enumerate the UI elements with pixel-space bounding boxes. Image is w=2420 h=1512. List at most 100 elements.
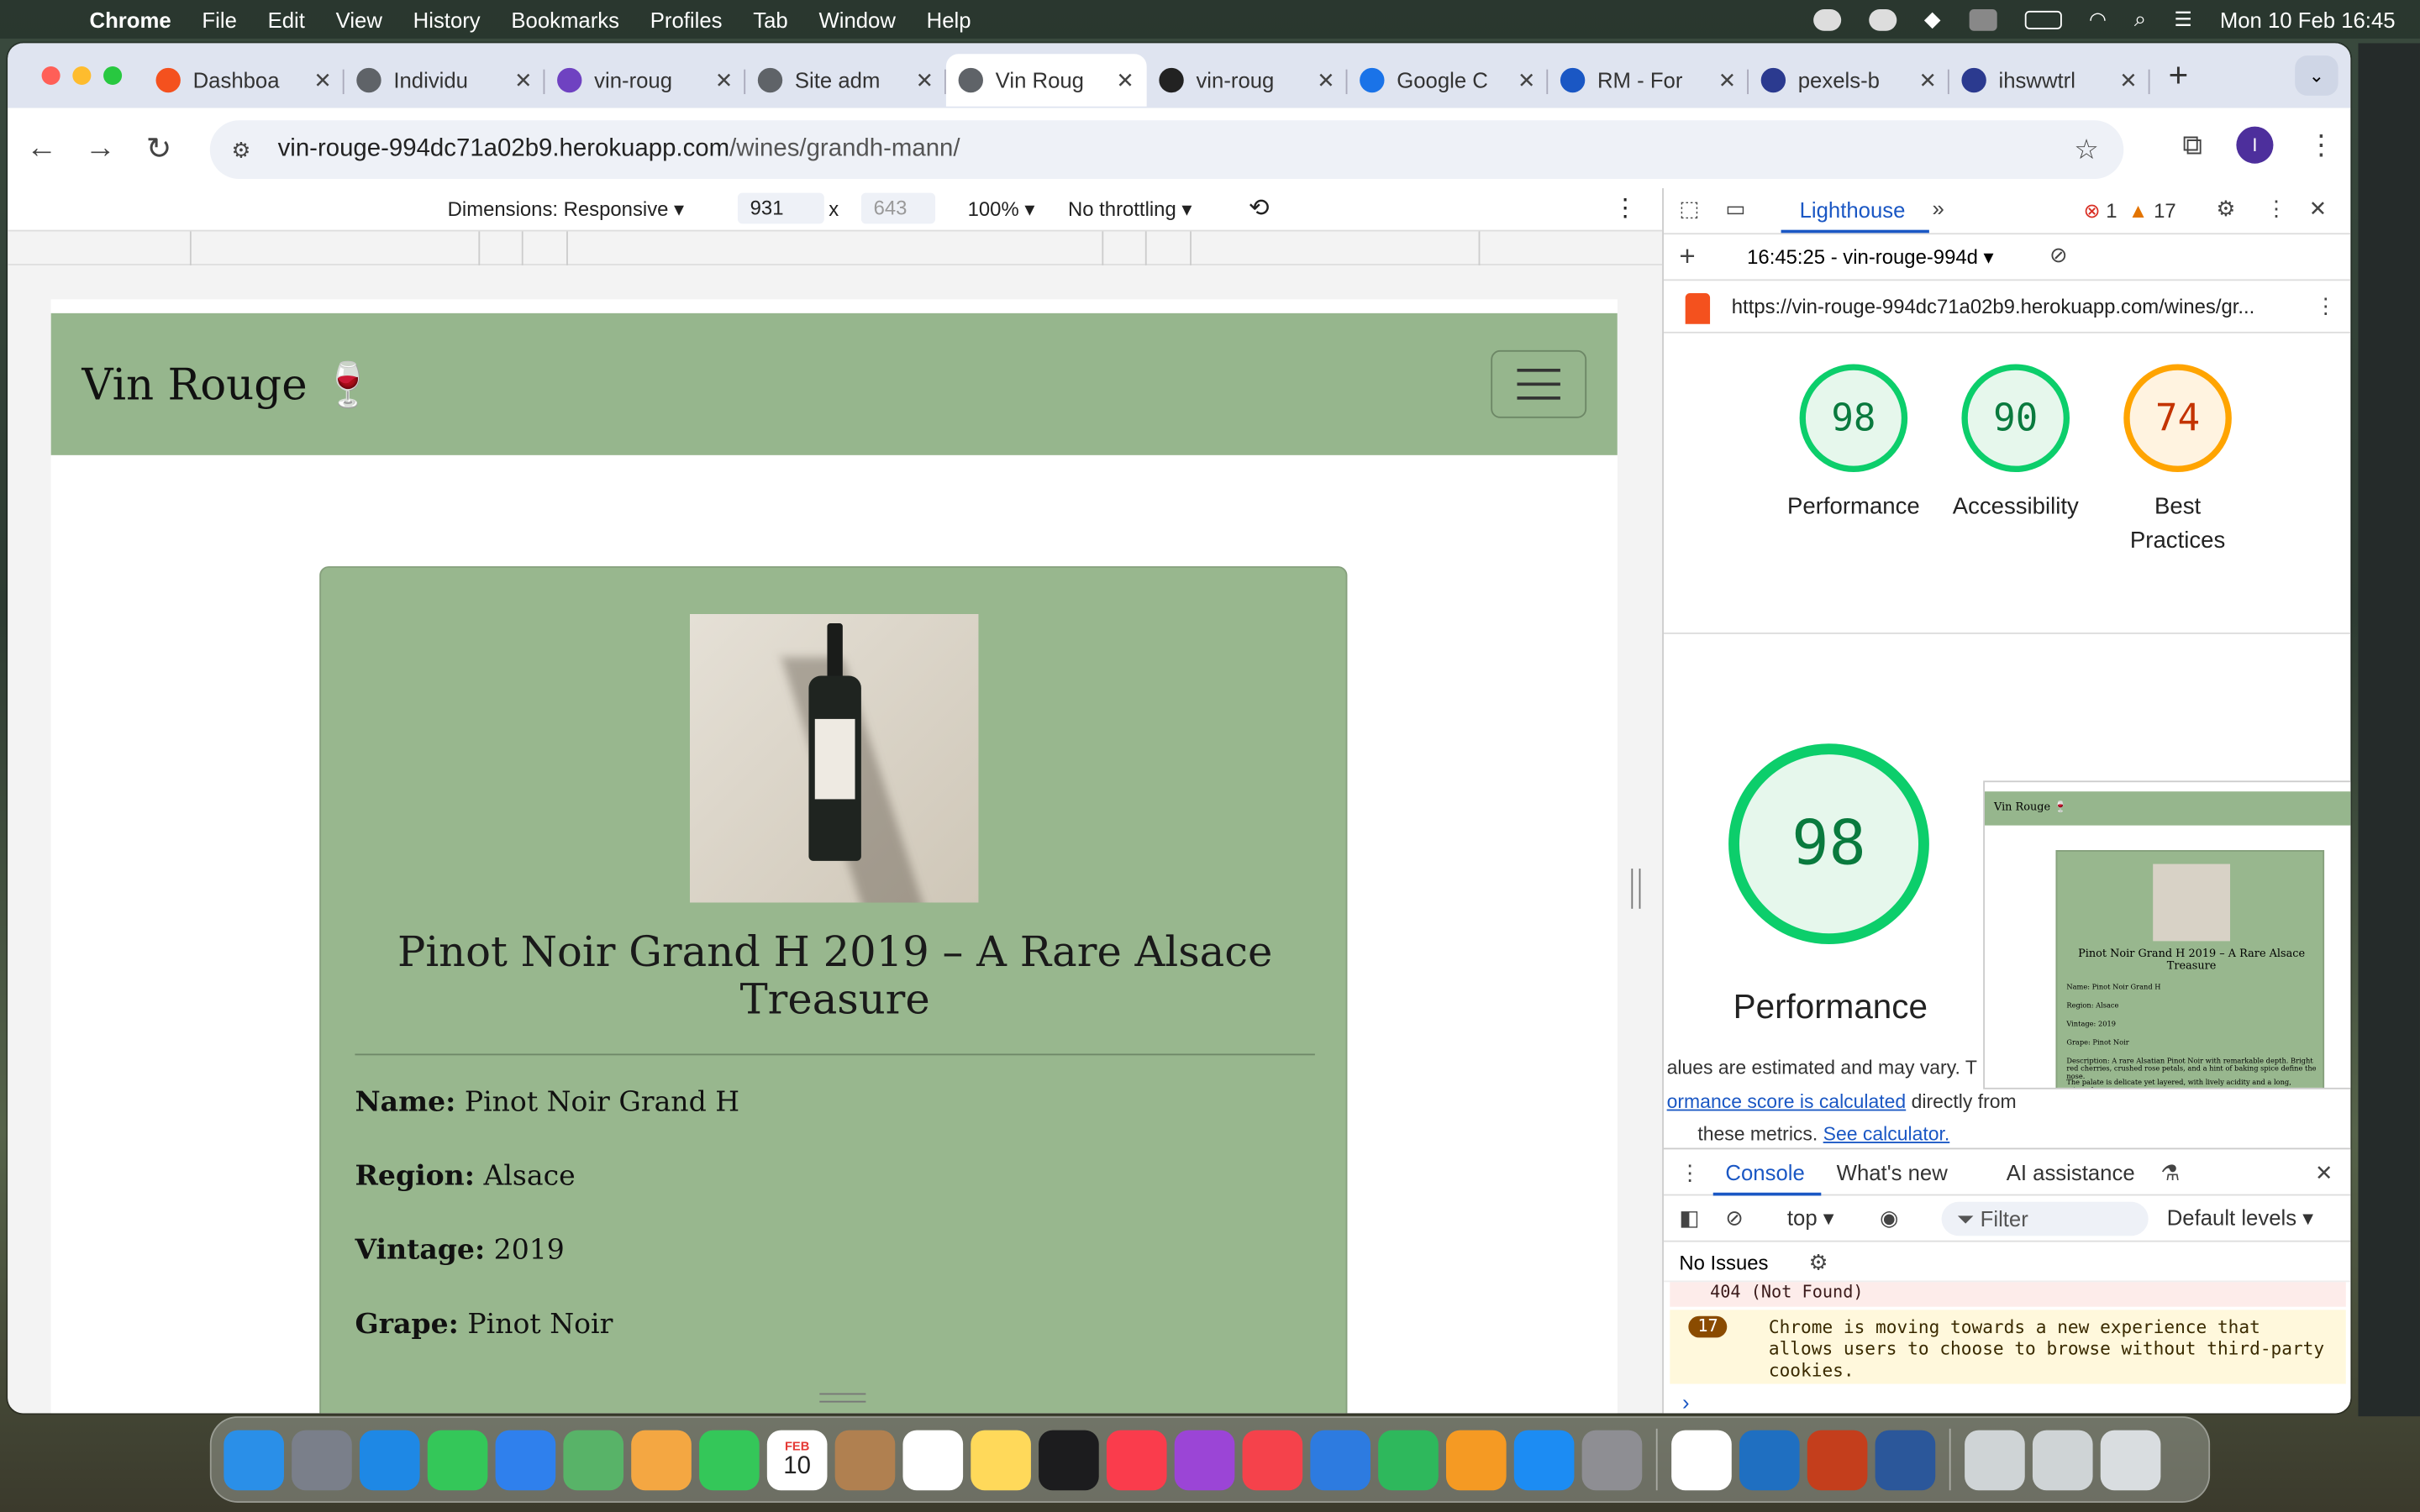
browser-tab[interactable]: Dashboa ✕: [144, 54, 345, 106]
podcasts-icon[interactable]: [1174, 1429, 1235, 1490]
tab-search-button[interactable]: ⌄: [2295, 55, 2338, 96]
menu-history[interactable]: History: [413, 7, 481, 31]
browser-tab[interactable]: vin-roug ✕: [544, 54, 746, 106]
accessibility-gauge[interactable]: 90 Accessibility: [1939, 364, 2093, 524]
browser-tab[interactable]: ihswwtrl ✕: [1949, 54, 2150, 106]
close-tab-icon[interactable]: ✕: [514, 67, 533, 93]
dimensions-select[interactable]: Dimensions: Responsive ▾: [448, 197, 684, 222]
console-filter-input[interactable]: ⏷ Filter: [1941, 1201, 2149, 1236]
chrome-menu-icon[interactable]: ⋮: [2307, 129, 2335, 161]
browser-tab[interactable]: Individu ✕: [345, 54, 545, 106]
site-brand[interactable]: Vin Rouge 🍷: [82, 359, 375, 410]
report-select[interactable]: 16:45:25 - vin-rouge-994d ▾: [1747, 245, 1993, 270]
mail-icon[interactable]: [495, 1429, 556, 1490]
vscode-icon[interactable]: [1739, 1429, 1800, 1490]
context-select[interactable]: top ▾: [1787, 1205, 1834, 1231]
inspect-element-icon[interactable]: ⬚: [1679, 196, 1699, 222]
rotate-icon[interactable]: ⟲: [1249, 193, 1270, 224]
app-store-icon[interactable]: [1513, 1429, 1575, 1490]
back-button[interactable]: ←: [17, 130, 66, 165]
more-tabs-icon[interactable]: »: [1933, 196, 1944, 220]
close-tab-icon[interactable]: ✕: [916, 67, 934, 93]
menu-window[interactable]: Window: [818, 7, 895, 31]
device-toggle-icon[interactable]: ▭: [1725, 196, 1745, 222]
close-drawer-icon[interactable]: ✕: [2315, 1160, 2333, 1186]
maximize-window-button[interactable]: [103, 66, 123, 86]
address-bar[interactable]: ⚙ vin-rouge-994dc71a02b9.herokuapp.com/w…: [209, 120, 2124, 180]
viewport-width-input[interactable]: 931: [737, 192, 824, 224]
performance-gauge[interactable]: 98 Performance: [1784, 364, 1923, 524]
warning-count-badge[interactable]: 17: [1688, 1315, 1728, 1338]
best-practices-gauge[interactable]: 74 Best Practices: [2108, 364, 2247, 558]
menu-help[interactable]: Help: [927, 7, 971, 31]
log-levels-select[interactable]: Default levels ▾: [2167, 1205, 2313, 1231]
close-window-button[interactable]: [41, 66, 60, 86]
report-url[interactable]: https://vin-rouge-994dc71a02b9.herokuapp…: [1732, 295, 2255, 318]
trash-icon[interactable]: [2100, 1429, 2161, 1490]
settings-gear-icon[interactable]: ⚙: [2217, 196, 2236, 222]
close-devtools-icon[interactable]: ✕: [2309, 196, 2328, 222]
browser-tab[interactable]: RM - For ✕: [1548, 54, 1749, 106]
dropbox-icon[interactable]: ◆: [1924, 6, 1941, 32]
spotlight-search-icon[interactable]: ⌕: [2134, 6, 2146, 32]
viewport-height-handle[interactable]: [819, 1393, 866, 1403]
menu-bookmarks[interactable]: Bookmarks: [511, 7, 619, 31]
powerpoint-icon[interactable]: [1807, 1429, 1868, 1490]
viewport-width-handle[interactable]: [1631, 869, 1641, 909]
menu-tab[interactable]: Tab: [753, 7, 787, 31]
battery-icon[interactable]: [2023, 9, 2061, 29]
chrome-icon[interactable]: [1671, 1429, 1732, 1490]
close-tab-icon[interactable]: ✕: [715, 67, 734, 93]
site-info-icon[interactable]: ⚙: [232, 137, 256, 163]
final-screenshot-thumbnail[interactable]: Vin Rouge 🍷 Pinot Noir Grand H 2019 – A …: [1983, 780, 2351, 1089]
photos-icon[interactable]: [631, 1429, 692, 1490]
facetime-icon[interactable]: [699, 1429, 760, 1490]
pages-icon[interactable]: [1445, 1429, 1507, 1490]
clock[interactable]: Mon 10 Feb 16:45: [2220, 7, 2396, 31]
close-tab-icon[interactable]: ✕: [1116, 67, 1134, 93]
menu-view[interactable]: View: [336, 7, 382, 31]
bookmark-star-icon[interactable]: ☆: [2074, 134, 2099, 166]
menu-file[interactable]: File: [202, 7, 236, 31]
tab-ai-assistance[interactable]: AI assistance: [2007, 1160, 2135, 1184]
numbers-icon[interactable]: [1378, 1429, 1439, 1490]
profile-avatar[interactable]: I: [2236, 126, 2274, 164]
system-settings-icon[interactable]: [1581, 1429, 1643, 1490]
launchpad-icon[interactable]: [292, 1429, 352, 1490]
throttling-select[interactable]: No throttling ▾: [1068, 197, 1192, 222]
close-tab-icon[interactable]: ✕: [313, 67, 332, 93]
no-issues-label[interactable]: No Issues: [1679, 1252, 1768, 1275]
report-menu-icon[interactable]: ⋮: [2315, 293, 2337, 319]
close-tab-icon[interactable]: ✕: [1718, 67, 1737, 93]
browser-tab[interactable]: vin-roug ✕: [1147, 54, 1348, 106]
apple-tv-icon[interactable]: [1039, 1429, 1099, 1490]
contacts-icon[interactable]: [834, 1429, 896, 1490]
drawer-menu-icon[interactable]: ⋮: [1679, 1160, 1701, 1186]
control-center-icon[interactable]: ☰: [2174, 7, 2191, 31]
live-expression-eye-icon[interactable]: ◉: [1880, 1205, 1898, 1231]
notes-icon[interactable]: [971, 1429, 1031, 1490]
finder-icon[interactable]: [224, 1429, 284, 1490]
extensions-icon[interactable]: ⧉: [2182, 129, 2202, 161]
minimize-window-button[interactable]: [72, 66, 92, 86]
menu-edit[interactable]: Edit: [268, 7, 305, 31]
safari-icon[interactable]: [359, 1429, 420, 1490]
viewport-height-input[interactable]: 643: [860, 192, 936, 224]
tab-whats-new[interactable]: What's new: [1837, 1160, 1948, 1184]
zoom-select[interactable]: 100% ▾: [968, 197, 1035, 222]
new-report-icon[interactable]: +: [1679, 241, 1695, 274]
see-calculator-link[interactable]: See calculator.: [1823, 1123, 1950, 1145]
navbar-toggler-button[interactable]: [1491, 349, 1587, 418]
keynote-icon[interactable]: [1310, 1429, 1370, 1490]
device-more-icon[interactable]: ⋮: [1612, 193, 1637, 224]
score-calc-link[interactable]: ormance score is calculated: [1667, 1091, 1907, 1113]
console-settings-icon[interactable]: ⚙: [1809, 1250, 1828, 1276]
news-icon[interactable]: [1242, 1429, 1303, 1490]
messages-icon[interactable]: [427, 1429, 488, 1490]
maps-icon[interactable]: [563, 1429, 624, 1490]
devtools-menu-icon[interactable]: ⋮: [2265, 196, 2287, 222]
browser-tab[interactable]: Site adm ✕: [745, 54, 946, 106]
browser-tab[interactable]: pexels-b ✕: [1749, 54, 1949, 106]
console-error-message[interactable]: 404 (Not Found): [1670, 1282, 2346, 1307]
console-warning-message[interactable]: 17 Chrome is moving towards a new experi…: [1670, 1310, 2346, 1384]
